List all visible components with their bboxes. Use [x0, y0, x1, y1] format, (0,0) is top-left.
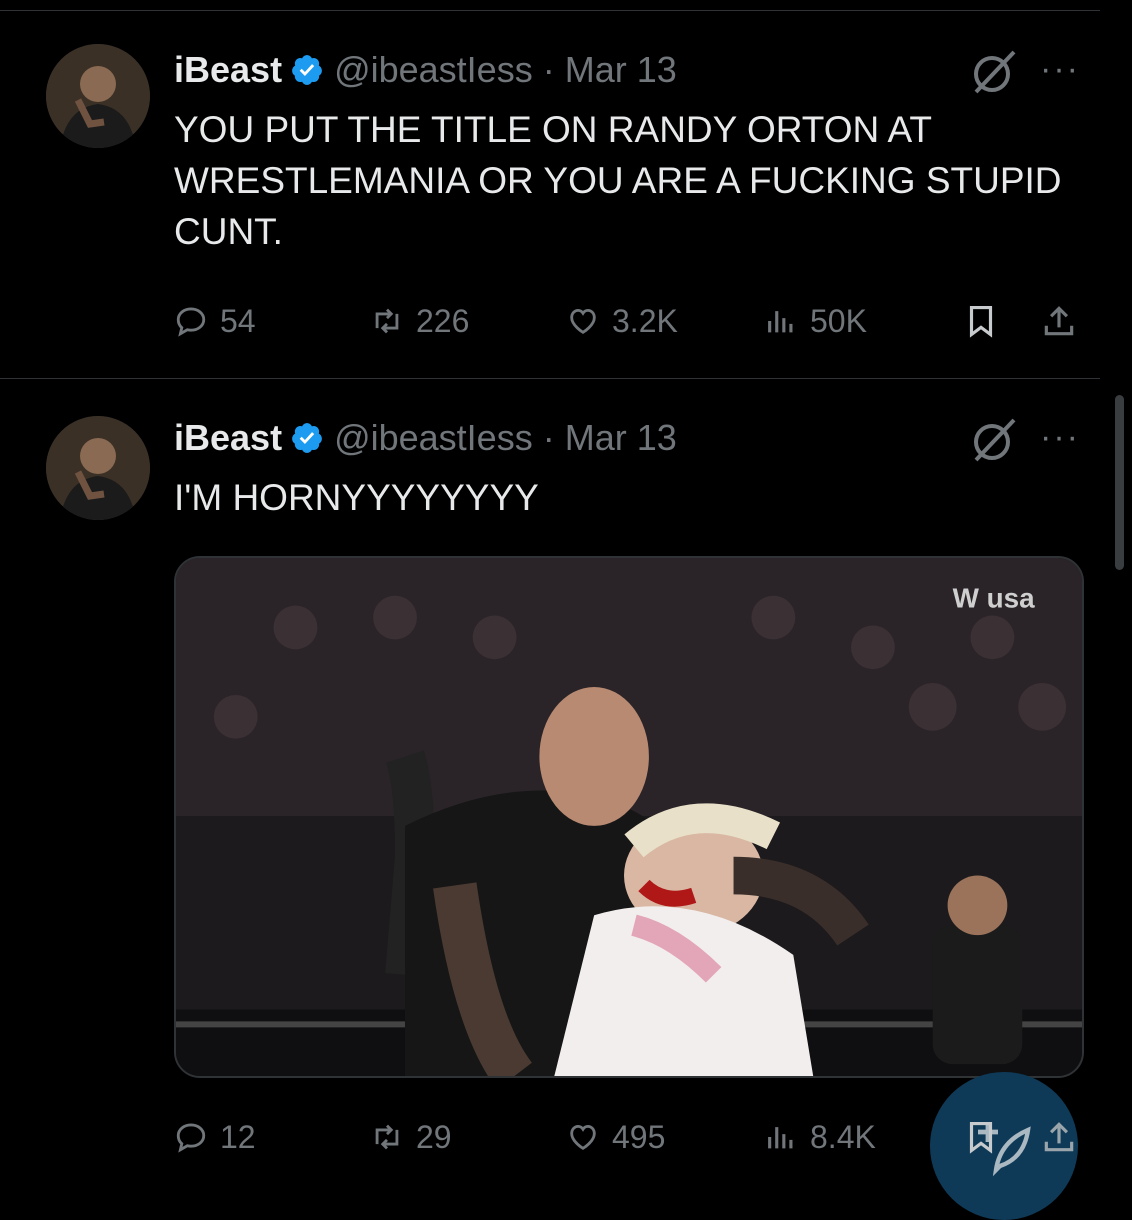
repost-icon	[375, 308, 399, 334]
avatar[interactable]	[46, 44, 150, 148]
views-button[interactable]: 50K	[764, 296, 867, 346]
repost-button[interactable]: 29	[370, 1112, 452, 1162]
views-count: 8.4K	[810, 1118, 876, 1155]
tweet-actions: 54 226 3.2K 50K	[0, 296, 1132, 346]
display-name[interactable]: iBeast	[174, 49, 282, 91]
grok-icon[interactable]	[968, 46, 1020, 98]
repost-button[interactable]: 226	[370, 296, 469, 346]
scrollbar[interactable]	[1115, 395, 1124, 570]
tweet-text: YOU PUT THE TITLE ON RANDY ORTON AT WRES…	[174, 109, 1062, 252]
views-icon	[768, 1127, 793, 1149]
more-options-button[interactable]: ···	[1040, 418, 1080, 457]
tweet-text: I'M HORNYYYYYYYY	[174, 477, 539, 518]
views-button[interactable]: 8.4K	[764, 1112, 876, 1162]
reply-button[interactable]: 54	[174, 296, 256, 346]
bookmark-icon	[969, 305, 993, 338]
tweet-divider	[0, 378, 1100, 379]
like-button[interactable]: 495	[566, 1112, 665, 1162]
handle[interactable]: @ibeastIess	[334, 49, 533, 91]
like-count: 3.2K	[612, 302, 678, 339]
share-icon	[1044, 306, 1074, 336]
repost-count: 29	[416, 1118, 452, 1155]
reply-icon	[176, 307, 206, 337]
reply-count: 12	[220, 1118, 256, 1155]
like-icon	[570, 1124, 596, 1150]
reply-count: 54	[220, 302, 256, 339]
bookmark-icon	[969, 1121, 993, 1154]
separator: ·	[542, 49, 555, 90]
top-divider	[0, 10, 1100, 11]
share-icon	[1044, 1122, 1074, 1152]
verified-badge-icon	[290, 421, 324, 455]
timestamp[interactable]: Mar 13	[565, 417, 677, 459]
views-icon	[768, 311, 793, 333]
views-count: 50K	[810, 302, 867, 339]
repost-count: 226	[416, 302, 470, 339]
separator: ·	[542, 417, 555, 458]
reply-icon	[176, 1123, 206, 1153]
like-icon	[570, 308, 596, 334]
timestamp[interactable]: Mar 13	[565, 49, 677, 91]
tweet-header: iBeast @ibeastIess · Mar 13	[174, 48, 677, 92]
like-button[interactable]: 3.2K	[566, 296, 678, 346]
repost-icon	[375, 1124, 399, 1150]
handle[interactable]: @ibeastIess	[334, 417, 533, 459]
svg-text:W usa: W usa	[953, 583, 1036, 614]
verified-badge-icon	[290, 53, 324, 87]
grok-icon[interactable]	[968, 414, 1020, 466]
display-name[interactable]: iBeast	[174, 417, 282, 459]
avatar[interactable]	[46, 416, 150, 520]
tweet-header: iBeast @ibeastIess · Mar 13	[174, 416, 677, 460]
bookmark-button[interactable]	[962, 296, 1000, 346]
bookmark-button[interactable]	[962, 1112, 1000, 1162]
like-count: 495	[612, 1118, 666, 1155]
share-button[interactable]	[1040, 1112, 1078, 1162]
reply-button[interactable]: 12	[174, 1112, 256, 1162]
share-button[interactable]	[1040, 296, 1078, 346]
tweet-video[interactable]: W usa	[174, 556, 1084, 1078]
more-options-button[interactable]: ···	[1040, 50, 1080, 89]
